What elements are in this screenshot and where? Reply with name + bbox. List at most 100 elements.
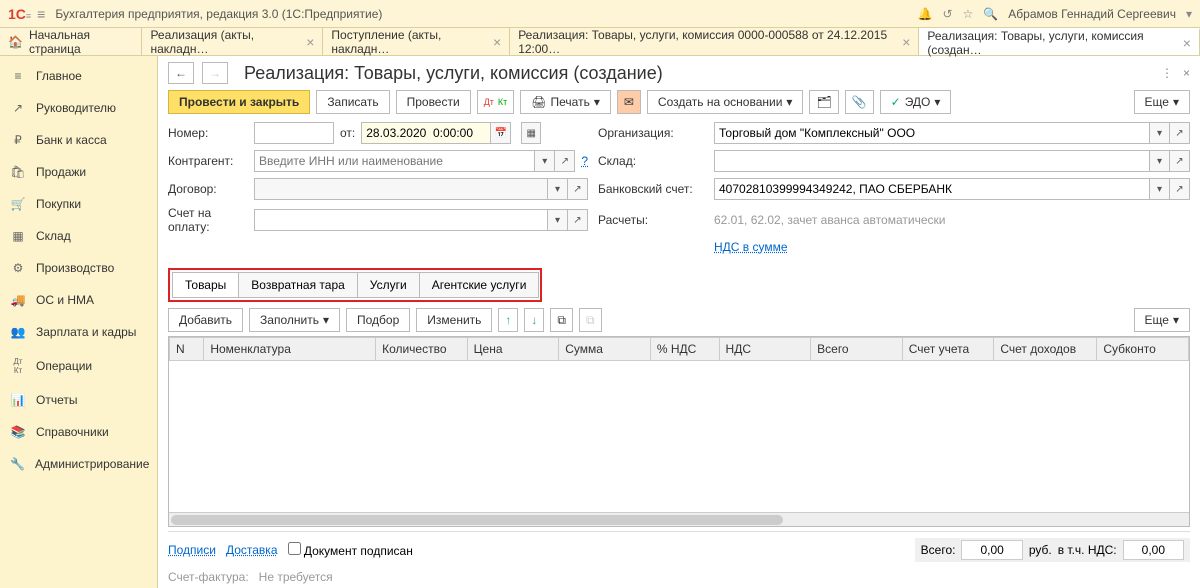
- number-input[interactable]: [254, 122, 334, 144]
- bank-select-button[interactable]: ▾: [1150, 178, 1170, 200]
- table-more-button[interactable]: Еще ▾: [1134, 308, 1190, 332]
- move-up-button[interactable]: ↑: [498, 308, 518, 332]
- history-icon[interactable]: ↺: [942, 7, 952, 21]
- contragent-open-button[interactable]: ↗: [555, 150, 575, 172]
- invoice-input[interactable]: [254, 209, 548, 231]
- warehouse-select-button[interactable]: ▾: [1150, 150, 1170, 172]
- sidebar-item-manager[interactable]: ↗Руководителю: [0, 92, 157, 124]
- close-icon[interactable]: ×: [493, 34, 501, 50]
- collapse-icon[interactable]: ▾: [1186, 7, 1192, 21]
- delivery-link[interactable]: Доставка: [226, 543, 278, 557]
- fill-button[interactable]: Заполнить ▾: [249, 308, 340, 332]
- edit-rows-button[interactable]: Изменить: [416, 308, 492, 332]
- tab-4[interactable]: Реализация: Товары, услуги, комиссия (со…: [919, 28, 1200, 55]
- app-title: Бухгалтерия предприятия, редакция 3.0 (1…: [55, 7, 382, 21]
- tab-home[interactable]: 🏠Начальная страница: [0, 28, 142, 55]
- bank-open-button[interactable]: ↗: [1170, 178, 1190, 200]
- contragent-input[interactable]: [254, 150, 535, 172]
- sidebar-item-purchases[interactable]: 🛒Покупки: [0, 188, 157, 220]
- copy-button[interactable]: ⧉: [550, 308, 573, 332]
- dtkt-button[interactable]: ДтКт: [477, 90, 515, 114]
- org-select-button[interactable]: ▾: [1150, 122, 1170, 144]
- bank-input[interactable]: [714, 178, 1150, 200]
- signed-checkbox-label[interactable]: Документ подписан: [288, 542, 413, 558]
- org-input[interactable]: [714, 122, 1150, 144]
- mail-button[interactable]: ✉: [617, 90, 641, 114]
- star-icon[interactable]: ☆: [963, 7, 974, 21]
- sidebar-item-assets[interactable]: 🚚ОС и НМА: [0, 284, 157, 316]
- col-subconto[interactable]: Субконто: [1097, 338, 1189, 361]
- doc-tab-goods[interactable]: Товары: [172, 272, 239, 298]
- save-button[interactable]: Записать: [316, 90, 389, 114]
- close-icon[interactable]: ×: [306, 34, 314, 50]
- col-account[interactable]: Счет учета: [902, 338, 994, 361]
- back-button[interactable]: ←: [168, 62, 194, 84]
- attach-button[interactable]: 📎: [845, 90, 874, 114]
- sidebar-item-sales[interactable]: 🛍Продажи: [0, 156, 157, 188]
- more-button[interactable]: Еще ▾: [1134, 90, 1190, 114]
- create-based-button[interactable]: Создать на основании ▾: [647, 90, 804, 114]
- post-button[interactable]: Провести: [396, 90, 471, 114]
- sidebar-item-warehouse[interactable]: ▦Склад: [0, 220, 157, 252]
- col-vat[interactable]: НДС: [719, 338, 811, 361]
- invoice-select-button[interactable]: ▾: [548, 209, 568, 231]
- sidebar-item-refs[interactable]: 📚Справочники: [0, 416, 157, 448]
- edo-button[interactable]: ✓ ЭДО ▾: [880, 90, 952, 114]
- contragent-select-button[interactable]: ▾: [535, 150, 555, 172]
- sidebar-item-operations[interactable]: Дт КтОперации: [0, 348, 157, 384]
- col-nomenclature[interactable]: Номенклатура: [204, 338, 376, 361]
- col-total[interactable]: Всего: [811, 338, 903, 361]
- structure-button[interactable]: 🗂: [809, 90, 838, 114]
- vat-link[interactable]: НДС в сумме: [714, 240, 788, 254]
- ruble-icon: ₽: [10, 133, 26, 147]
- date-input[interactable]: [361, 122, 491, 144]
- col-vat-pct[interactable]: % НДС: [650, 338, 719, 361]
- date-extra-button[interactable]: ▦: [521, 122, 541, 144]
- tab-1[interactable]: Реализация (акты, накладн…×: [142, 28, 323, 55]
- kebab-icon[interactable]: ⋮: [1161, 66, 1173, 80]
- sidebar-item-bank[interactable]: ₽Банк и касса: [0, 124, 157, 156]
- col-income-account[interactable]: Счет доходов: [994, 338, 1097, 361]
- print-button[interactable]: 🖨Печать ▾: [520, 90, 611, 114]
- col-n[interactable]: N: [170, 338, 204, 361]
- menu-icon[interactable]: ≡: [37, 6, 45, 22]
- warehouse-open-button[interactable]: ↗: [1170, 150, 1190, 172]
- col-qty[interactable]: Количество: [376, 338, 468, 361]
- org-open-button[interactable]: ↗: [1170, 122, 1190, 144]
- invoice-open-button[interactable]: ↗: [568, 209, 588, 231]
- horizontal-scrollbar[interactable]: [169, 512, 1189, 526]
- tab-2[interactable]: Поступление (акты, накладн…×: [323, 28, 510, 55]
- close-icon[interactable]: ×: [902, 34, 910, 50]
- table[interactable]: N Номенклатура Количество Цена Сумма % Н…: [168, 336, 1190, 527]
- search-icon[interactable]: 🔍: [983, 7, 998, 21]
- sidebar-item-salary[interactable]: 👥Зарплата и кадры: [0, 316, 157, 348]
- sidebar-item-reports[interactable]: 📊Отчеты: [0, 384, 157, 416]
- contract-open-button[interactable]: ↗: [568, 178, 588, 200]
- currency: руб.: [1029, 543, 1052, 557]
- forward-button[interactable]: →: [202, 62, 228, 84]
- pick-button[interactable]: Подбор: [346, 308, 410, 332]
- bell-icon[interactable]: 🔔: [918, 7, 933, 21]
- doc-tab-agent[interactable]: Агентские услуги: [419, 272, 540, 298]
- col-price[interactable]: Цена: [467, 338, 559, 361]
- warehouse-input[interactable]: [714, 150, 1150, 172]
- sidebar-item-main[interactable]: ≡Главное: [0, 60, 157, 92]
- doc-tab-services[interactable]: Услуги: [357, 272, 420, 298]
- tab-3[interactable]: Реализация: Товары, услуги, комиссия 000…: [510, 28, 919, 55]
- add-row-button[interactable]: Добавить: [168, 308, 243, 332]
- move-down-button[interactable]: ↓: [524, 308, 544, 332]
- sign-link[interactable]: Подписи: [168, 543, 216, 557]
- close-page-icon[interactable]: ×: [1183, 66, 1190, 80]
- contragent-help[interactable]: ?: [581, 154, 588, 168]
- paste-button[interactable]: ⧉: [579, 308, 602, 332]
- contract-select-button[interactable]: ▾: [548, 178, 568, 200]
- sidebar-item-admin[interactable]: 🔧Администрирование: [0, 448, 157, 480]
- doc-tab-tare[interactable]: Возвратная тара: [238, 272, 358, 298]
- calendar-button[interactable]: 📅: [491, 122, 511, 144]
- sidebar-item-production[interactable]: ⚙Производство: [0, 252, 157, 284]
- post-close-button[interactable]: Провести и закрыть: [168, 90, 310, 114]
- user-name[interactable]: Абрамов Геннадий Сергеевич: [1008, 7, 1176, 21]
- col-sum[interactable]: Сумма: [559, 338, 651, 361]
- signed-checkbox[interactable]: [288, 542, 301, 555]
- close-icon[interactable]: ×: [1183, 35, 1191, 51]
